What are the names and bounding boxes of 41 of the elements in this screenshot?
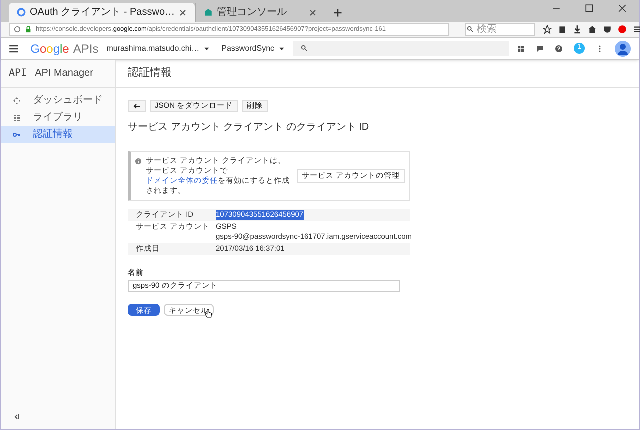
browser-tab[interactable]: OAuth クライアント - Passwo… (9, 3, 196, 22)
grid-icon (13, 114, 21, 122)
download-icon[interactable] (573, 25, 582, 34)
search-field[interactable]: 検索 (465, 23, 535, 36)
key-icon (13, 130, 21, 138)
avatar-icon[interactable] (615, 40, 631, 56)
caret-icon (204, 46, 210, 52)
sidebar-item[interactable]: ライブラリ (1, 109, 115, 126)
collapse-icon[interactable] (13, 413, 21, 421)
chat-bubble-icon[interactable] (536, 44, 544, 52)
caret-icon (278, 46, 285, 52)
close-icon[interactable] (179, 8, 188, 16)
new-tab-icon[interactable] (333, 8, 344, 18)
search-icon (467, 26, 474, 33)
page-title: 認証情報 (128, 66, 172, 82)
maximize-icon[interactable] (585, 4, 594, 13)
google-apis-logo[interactable]: Google APIs (30, 40, 99, 58)
sidebar-item[interactable]: ダッシュボード (1, 92, 115, 109)
sidebar-title: API Manager (35, 67, 94, 81)
back-arrow-icon (133, 102, 141, 110)
home-icon[interactable] (588, 25, 597, 34)
move-arrows-icon (13, 96, 21, 104)
lock-icon (25, 26, 32, 33)
bookmark-star-icon[interactable] (543, 25, 552, 34)
menu-icon[interactable] (9, 44, 19, 54)
close-icon[interactable] (618, 4, 627, 13)
menu-icon[interactable] (633, 25, 640, 34)
search-field[interactable] (292, 41, 509, 56)
favicon-icon (17, 8, 26, 17)
project-selector[interactable]: PasswordSync (222, 42, 285, 54)
close-icon[interactable] (309, 8, 318, 16)
section-heading: サービス アカウント クライアント のクライアント ID (128, 121, 370, 135)
favicon-icon (204, 8, 214, 17)
sidebar-item[interactable]: 認証情報 (1, 126, 115, 143)
help-icon[interactable] (555, 44, 563, 52)
tab-title: 管理コンソール (217, 6, 288, 20)
back-button[interactable] (128, 100, 146, 112)
tab-title: OAuth クライアント - Passwo… (30, 6, 176, 20)
api-logo: API (9, 67, 28, 81)
account-selector[interactable]: murashima.matsudo.chi… (106, 42, 210, 54)
search-icon (300, 45, 308, 52)
